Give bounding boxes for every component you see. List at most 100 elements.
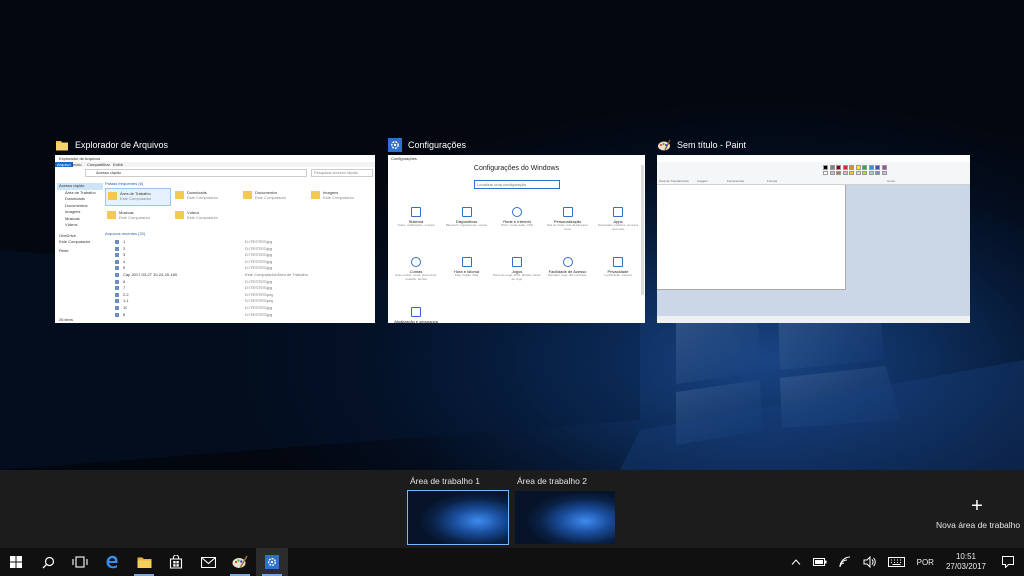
settings-tile: Sistema Vídeo, notificações, energia <box>392 205 440 249</box>
chevron-up-icon <box>791 559 800 565</box>
recent-file-name: 5 <box>123 265 126 271</box>
clock-date: 27/03/2017 <box>945 562 986 571</box>
settings-tile-desc: Wi-Fi, modo avião, VPN <box>500 224 533 227</box>
recent-file-name: 8 <box>123 311 126 317</box>
recent-file-name: 7 <box>123 285 126 291</box>
xbox-icon <box>512 257 522 267</box>
folder-location: Este Computador <box>323 195 355 200</box>
folder-icon <box>107 211 116 219</box>
settings-tiles: Sistema Vídeo, notificações, energia Dispo… <box>388 205 645 323</box>
folder-location: Este Computador <box>187 215 219 220</box>
recent-file-path: D:\TESTES\jpg <box>245 265 273 271</box>
color-swatch <box>829 165 835 170</box>
laptop-icon <box>411 207 421 217</box>
settings-tile: Hora e Idioma Fala, região, data <box>443 255 491 299</box>
system-tray: POR 10:51 27/03/2017 <box>785 548 1024 576</box>
task-view-button[interactable] <box>64 548 96 576</box>
explorer-address-bar: Acesso rápido <box>85 169 307 177</box>
settings-tile-desc: Narrador, lupa, alto contraste <box>548 274 587 277</box>
color-palette <box>817 165 887 177</box>
folder-tile: Documentos Este Computador <box>241 188 305 204</box>
settings-tile-desc: Vídeo, notificações, energia <box>397 224 435 227</box>
show-hidden-icons-button[interactable] <box>785 548 807 576</box>
action-center-button[interactable] <box>992 548 1024 576</box>
recent-file-name: Cap 2017-03-27 10-24-20-160 <box>123 271 178 277</box>
color-swatch <box>849 170 854 175</box>
taskbar-paint[interactable] <box>224 548 256 576</box>
color-swatch <box>855 165 861 170</box>
paint-ribbon-group-label: Cores <box>887 179 896 183</box>
paint-ribbon-group-label: Imagem <box>697 179 708 183</box>
taskbar-file-explorer[interactable] <box>128 548 160 576</box>
settings-search-box: Localizar uma configuração <box>474 180 560 189</box>
clock[interactable]: 10:51 27/03/2017 <box>940 548 992 576</box>
recent-file-row: 1.1 D:\TESTES\png <box>115 298 370 305</box>
lock-icon <box>613 257 623 267</box>
mail-icon <box>200 556 216 568</box>
folder-location: Este Computador <box>120 196 152 201</box>
color-swatch <box>836 165 841 170</box>
input-language[interactable]: POR <box>911 548 940 576</box>
settings-tile-desc: Bluetooth, impressoras, mouse <box>445 224 488 227</box>
volume-button[interactable] <box>857 548 882 576</box>
window-thumbnail-settings[interactable]: Configurações Configurações Configuraçõe… <box>388 138 645 323</box>
recent-file-path: D:\TESTES\jpg <box>245 258 273 264</box>
color-swatch <box>855 170 861 175</box>
nav-item: Este Computador <box>59 239 91 244</box>
settings-tile: Dispositivos Bluetooth, impressoras, mous… <box>443 205 491 249</box>
store-icon <box>169 555 183 569</box>
paint-icon <box>232 555 248 569</box>
desktop-preview[interactable] <box>407 490 509 545</box>
settings-tile: Contas Suas contas, email, sincronizar, t… <box>392 255 440 299</box>
folder-icon <box>243 191 252 199</box>
window-thumbnail-file-explorer[interactable]: Explorador de Arquivos Explorador de Arq… <box>55 140 375 323</box>
edge-icon <box>106 555 118 569</box>
window-title: Configurações <box>408 140 467 150</box>
folder-tile: Área de Trabalho Este Computador <box>105 188 171 206</box>
desktop-label: Área de trabalho 2 <box>517 476 587 486</box>
paint-preview: Área de Transferência Imagem Ferramentas Fo… <box>657 155 970 323</box>
recent-file-row: Cap 2017-03-27 10-24-20-160 Este Computad… <box>115 272 370 279</box>
keyboard-icon <box>887 557 905 567</box>
color-swatch <box>836 170 841 175</box>
start-button[interactable] <box>0 548 32 576</box>
network-button[interactable] <box>833 548 857 576</box>
color-swatch <box>842 165 848 170</box>
folder-location: Este Computador <box>119 215 151 220</box>
taskbar-edge[interactable] <box>96 548 128 576</box>
image-file-icon <box>115 292 119 297</box>
window-thumbnail-paint[interactable]: Sem título - Paint Área de Transferência… <box>657 139 970 323</box>
color-swatch <box>881 170 887 175</box>
settings-tile: Atualização e segurança <box>392 305 440 323</box>
folder-location: Este Computador <box>255 195 287 200</box>
settings-titlebar: Configurações <box>391 156 417 161</box>
new-desktop-button[interactable]: + Nova área de trabalho <box>936 496 1020 530</box>
touch-keyboard-button[interactable] <box>882 548 911 576</box>
folder-tile: Vídeos Este Computador <box>173 208 237 224</box>
person-icon <box>411 257 421 267</box>
virtual-desktops-bar: Área de trabalho 1 Área de trabalho 2 + … <box>0 470 1024 548</box>
gear-icon <box>265 555 279 569</box>
wifi-icon <box>839 556 850 568</box>
nav-item: Vídeos <box>65 222 78 227</box>
recent-file-name: 3 <box>123 252 126 258</box>
taskbar-settings[interactable] <box>256 548 288 576</box>
settings-tile: Facilidade de Acesso Narrador, lupa, alto… <box>544 255 592 299</box>
search-button[interactable] <box>32 548 64 576</box>
folder-location: Este Computador <box>187 195 219 200</box>
desktop-preview[interactable] <box>515 491 615 544</box>
window-title-bar: Explorador de Arquivos <box>55 137 168 153</box>
image-file-icon <box>115 266 119 271</box>
ribbon-tab-home: Início <box>72 162 82 167</box>
paint-canvas <box>657 185 846 290</box>
settings-preview: Configurações Configurações do Windows L… <box>388 155 645 323</box>
clock-time: 10:51 <box>955 552 976 561</box>
settings-tile-desc: Suas contas, email, sincronizar, trabalh… <box>394 274 438 281</box>
taskbar-store[interactable] <box>160 548 192 576</box>
battery-button[interactable] <box>807 548 833 576</box>
paint-ribbon-groups: Área de Transferência Imagem Ferramentas Fo… <box>657 179 970 184</box>
image-file-icon <box>115 305 119 310</box>
color-swatch <box>862 165 867 170</box>
globe-icon <box>512 207 522 217</box>
taskbar-mail[interactable] <box>192 548 224 576</box>
